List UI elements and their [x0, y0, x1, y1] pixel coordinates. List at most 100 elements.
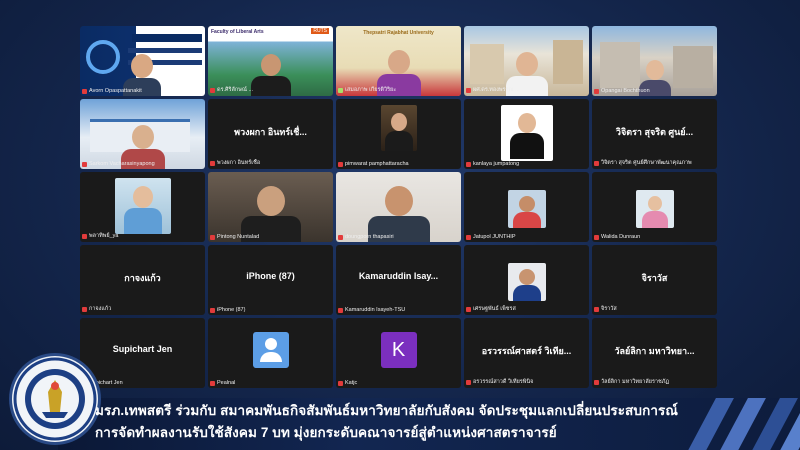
- participant-name: Supichart Jen: [82, 380, 203, 386]
- participant-name: Katjc: [338, 380, 459, 386]
- muted-mic-icon: [338, 307, 343, 313]
- participant-name: พลาทิพย์_ya: [82, 232, 203, 240]
- muted-mic-icon: [82, 161, 87, 167]
- initial-avatar: K: [380, 332, 417, 368]
- video-feed: [80, 26, 205, 96]
- muted-mic-icon: [338, 161, 343, 167]
- muted-mic-icon: [338, 234, 343, 240]
- video-tile-camera-off[interactable]: วิจิตรา สุจริต ศูนย์... วิจิตรา สุจริต ศ…: [592, 99, 717, 169]
- participant-name: pimwarat pamphattaracha: [338, 161, 459, 167]
- participant-display-name: iPhone (87): [246, 271, 295, 281]
- default-user-icon: [252, 332, 289, 368]
- video-tile-camera-off[interactable]: Supichart Jen Supichart Jen: [80, 318, 205, 388]
- participant-name: กาจงแก้ว: [82, 305, 203, 313]
- muted-mic-icon: [594, 234, 599, 240]
- video-tile-active-speaker[interactable]: Thepsatri Rajabhat University เสมอภาพ เก…: [336, 26, 461, 96]
- video-feed: [336, 172, 461, 242]
- muted-mic-icon: [338, 87, 343, 93]
- muted-mic-icon: [210, 160, 215, 166]
- video-tile[interactable]: doungporn thapasiri: [336, 172, 461, 242]
- video-tile[interactable]: Sarkom Vacharasinyapong: [80, 99, 205, 169]
- profile-photo: [507, 190, 546, 228]
- video-tile-profile-photo[interactable]: Jatupol JUNTHIP: [464, 172, 589, 242]
- video-tile[interactable]: Pintong Nuntalad: [208, 172, 333, 242]
- video-tile-camera-off[interactable]: K Katjc: [336, 318, 461, 388]
- video-tile-profile-photo[interactable]: เศรษฐพันธ์ เพ็ชรส: [464, 245, 589, 315]
- muted-mic-icon: [594, 88, 599, 94]
- participant-display-name: อรวรรณ์ศาสตร์ วิเทีย...: [481, 346, 572, 356]
- video-tile-camera-off[interactable]: อรวรรณ์ศาสตร์ วิเทีย... อรวรรณ์สาวดี วิเ…: [464, 318, 589, 388]
- video-tile-profile-photo[interactable]: พลาทิพย์_ya: [80, 172, 205, 242]
- muted-mic-icon: [82, 306, 87, 312]
- profile-photo: [507, 263, 546, 301]
- video-feed: [208, 172, 333, 242]
- video-tile-profile-photo[interactable]: pimwarat pamphattaracha: [336, 99, 461, 169]
- participant-name: Kamaruddin Isayeh-TSU: [338, 307, 459, 313]
- participant-name: วิจิตรา สุจริต ศูนย์ศึกษาพัฒนาคุณภาพ: [594, 159, 715, 167]
- video-grid: Avorn Opaspattanakit Faculty of Liberal …: [80, 26, 717, 388]
- video-tile-camera-off[interactable]: วัลย์ลิกา มหาวิทยา... วัลย์ลิกา มหาวิทยา…: [592, 318, 717, 388]
- video-tile[interactable]: ผศ.ดร.ทองพรรณ ...: [464, 26, 589, 96]
- profile-photo: [500, 105, 553, 161]
- video-feed: [80, 99, 205, 169]
- muted-mic-icon: [594, 160, 599, 166]
- participant-name: จิราวัส: [594, 305, 715, 313]
- participant-name: Opangai Bochthuon: [594, 88, 715, 94]
- video-tile-camera-off[interactable]: iPhone (87) iPhone (87): [208, 245, 333, 315]
- muted-mic-icon: [82, 233, 87, 239]
- muted-mic-icon: [466, 234, 471, 240]
- virtual-bg-badge: RUTS: [311, 28, 329, 34]
- participant-name: พวงผกา อินทร์เชื้อ: [210, 159, 331, 167]
- participant-name: Walida Dunraun: [594, 234, 715, 240]
- video-tile[interactable]: Avorn Opaspattanakit: [80, 26, 205, 96]
- participant-display-name: จิราวัส: [641, 273, 668, 283]
- muted-mic-icon: [466, 87, 471, 93]
- participant-name: iPhone (87): [210, 307, 331, 313]
- video-tile-camera-off[interactable]: กาจงแก้ว กาจงแก้ว: [80, 245, 205, 315]
- participant-name: Pealnal: [210, 380, 331, 386]
- participant-display-name: วัลย์ลิกา มหาวิทยา...: [614, 346, 695, 356]
- news-caption: มรภ.เทพสตรี ร่วมกับ สมาคมพันธกิจสัมพันธ์…: [95, 400, 695, 444]
- muted-mic-icon: [594, 379, 599, 385]
- participant-display-name: Kamaruddin Isay...: [358, 271, 439, 281]
- profile-photo: [114, 178, 171, 234]
- participant-display-name: พวงผกา อินทร์เชื่...: [234, 127, 307, 137]
- participant-name: Sarkom Vacharasinyapong: [82, 161, 203, 167]
- caption-line-1: มรภ.เทพสตรี ร่วมกับ สมาคมพันธกิจสัมพันธ์…: [95, 403, 678, 418]
- virtual-bg-title: Thepsatri Rajabhat University: [363, 30, 434, 36]
- video-tile-camera-off[interactable]: Kamaruddin Isay... Kamaruddin Isayeh-TSU: [336, 245, 461, 315]
- muted-mic-icon: [210, 307, 215, 313]
- muted-mic-icon: [210, 234, 215, 240]
- video-tile-profile-photo[interactable]: kanlaya jumpatong: [464, 99, 589, 169]
- video-tile-profile-photo[interactable]: Walida Dunraun: [592, 172, 717, 242]
- muted-mic-icon: [82, 88, 87, 94]
- participant-name: Avorn Opaspattanakit: [82, 88, 203, 94]
- participant-name: kanlaya jumpatong: [466, 161, 587, 167]
- participant-display-name: Supichart Jen: [112, 344, 173, 354]
- participant-name: doungporn thapasiri: [338, 234, 459, 240]
- profile-photo: [380, 105, 417, 151]
- video-tile[interactable]: Faculty of Liberal Arts RUTS ดร.ศิริลักษ…: [208, 26, 333, 96]
- participant-name: อรวรรณ์สาวดี วิเทียรพินิจ: [466, 378, 587, 386]
- participant-display-name: วิจิตรา สุจริต ศูนย์...: [615, 127, 694, 137]
- video-feed: [592, 26, 717, 96]
- muted-mic-icon: [338, 380, 343, 386]
- participant-name: เสมอภาพ เกียรติวิริยะ: [338, 86, 459, 94]
- virtual-bg-title: Faculty of Liberal Arts: [211, 29, 264, 35]
- video-tile-camera-off[interactable]: จิราวัส จิราวัส: [592, 245, 717, 315]
- participant-name: วัลย์ลิกา มหาวิทยาลัยราชภัฏ: [594, 378, 715, 386]
- muted-mic-icon: [466, 161, 471, 167]
- university-seal-icon: [12, 356, 98, 442]
- muted-mic-icon: [210, 87, 215, 93]
- participant-display-name: กาจงแก้ว: [124, 273, 161, 283]
- participant-name: ดร.ศิริลักษณ์ ...: [210, 86, 331, 94]
- caption-line-2: การจัดทำผลงานรับใช้สังคม 7 บท มุ่งยกระดั…: [95, 425, 557, 440]
- muted-mic-icon: [594, 306, 599, 312]
- video-tile[interactable]: Opangai Bochthuon: [592, 26, 717, 96]
- video-tile-camera-off[interactable]: Pealnal: [208, 318, 333, 388]
- profile-photo: [635, 190, 674, 228]
- muted-mic-icon: [466, 306, 471, 312]
- participant-name: ผศ.ดร.ทองพรรณ ...: [466, 86, 587, 94]
- video-tile-camera-off[interactable]: พวงผกา อินทร์เชื่... พวงผกา อินทร์เชื้อ: [208, 99, 333, 169]
- participant-name: Jatupol JUNTHIP: [466, 234, 587, 240]
